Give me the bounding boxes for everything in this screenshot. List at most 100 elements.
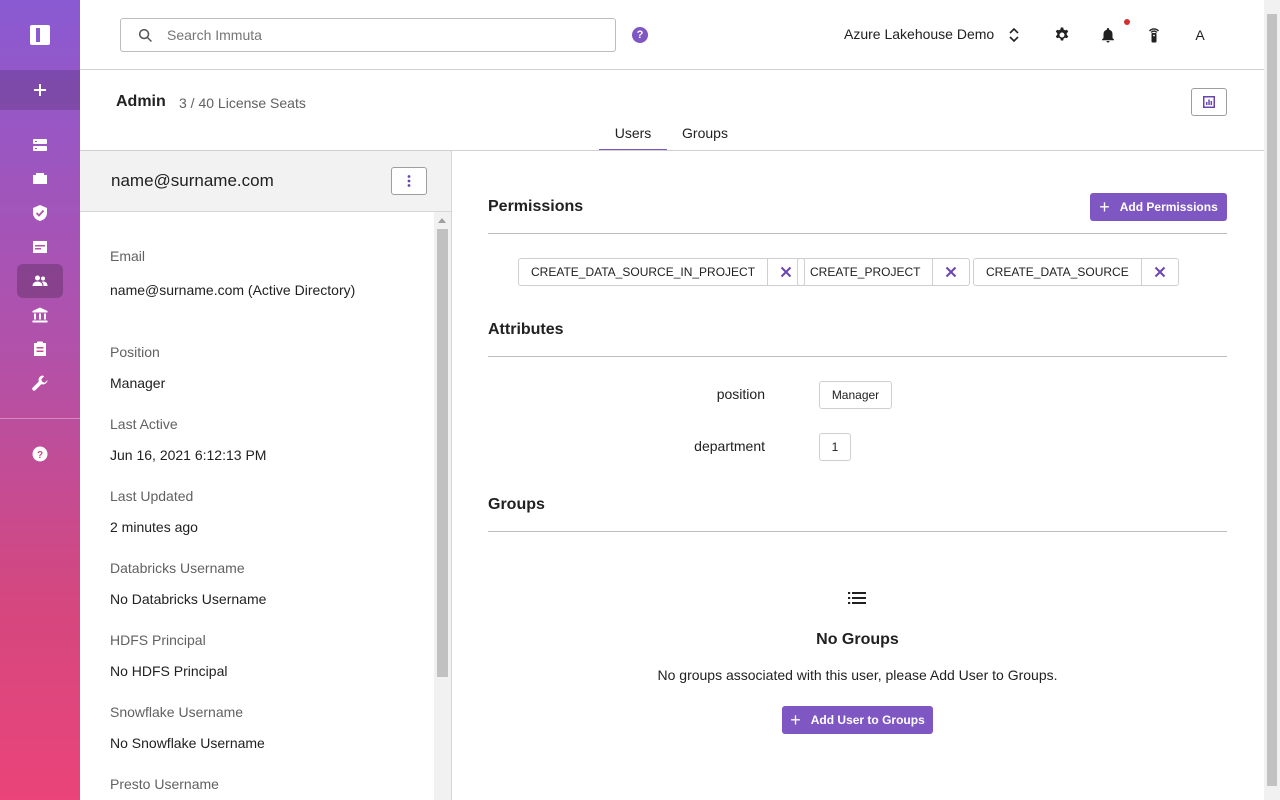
sidebar-item-query-editor[interactable] (17, 230, 63, 264)
close-icon (946, 266, 957, 278)
details-scrollbar-thumb[interactable] (437, 229, 448, 677)
svg-text:?: ? (37, 450, 43, 461)
add-user-to-groups-label: Add User to Groups (810, 713, 925, 727)
permissions-divider (488, 233, 1227, 234)
page-scrollbar[interactable] (1264, 0, 1280, 800)
audit-icon (34, 341, 46, 356)
sidebar-divider (0, 418, 80, 419)
attributes-title: Attributes (488, 321, 564, 338)
attribute-value[interactable]: 1 (819, 433, 851, 461)
page-scrollbar-thumb[interactable] (1267, 14, 1277, 786)
more-vertical-icon (407, 175, 411, 187)
empty-state-title: No Groups (816, 631, 899, 648)
avatar[interactable]: A (1190, 25, 1210, 45)
attribute-key: department (694, 438, 765, 454)
close-icon (1154, 266, 1165, 278)
search-input[interactable] (167, 27, 587, 43)
sidebar-item-help[interactable]: ? (17, 437, 63, 471)
field-label-presto-username: Presto Username (110, 776, 219, 792)
sidebar-item-people[interactable] (17, 264, 63, 298)
field-value-hdfs-principal: No HDFS Principal (110, 663, 228, 679)
permission-label: CREATE_DATA_SOURCE (974, 259, 1142, 285)
add-permissions-label: Add Permissions (1119, 200, 1218, 214)
page-title: Admin (116, 93, 166, 110)
add-permissions-button[interactable]: + Add Permissions (1090, 193, 1227, 221)
app-logo[interactable] (0, 0, 80, 70)
report-button[interactable] (1191, 88, 1227, 116)
projects-icon (33, 173, 47, 184)
sidebar-item-tools[interactable] (17, 366, 63, 400)
bell-icon (1102, 28, 1114, 43)
permission-chip: CREATE_DATA_SOURCE (973, 258, 1179, 286)
app-logo-icon (30, 25, 50, 45)
sidebar-nav: ? (0, 0, 80, 800)
top-bar: ? Azure Lakehouse Demo A (80, 0, 1264, 70)
policies-icon (33, 205, 47, 221)
notification-dot (1124, 19, 1130, 25)
field-label-hdfs-principal: HDFS Principal (110, 632, 206, 648)
chart-report-icon (1203, 96, 1215, 108)
remote-button[interactable] (1144, 25, 1164, 45)
field-value-databricks-username: No Databricks Username (110, 591, 267, 607)
permission-chip: CREATE_PROJECT (797, 258, 971, 286)
close-icon (780, 266, 792, 278)
sidebar-item-data-sources[interactable] (17, 128, 63, 162)
unfold-icon[interactable] (1008, 26, 1020, 44)
field-label-email: Email (110, 248, 146, 264)
sidebar-item-audit[interactable] (17, 332, 63, 366)
field-label-last-updated: Last Updated (110, 488, 194, 504)
help-icon: ? (32, 446, 48, 462)
attributes-divider (488, 356, 1227, 357)
gear-icon (1055, 27, 1069, 41)
field-value-last-active: Jun 16, 2021 6:12:13 PM (110, 447, 267, 463)
license-seats: 3 / 40 License Seats (179, 95, 306, 111)
field-label-databricks-username: Databricks Username (110, 560, 245, 576)
attribute-key: position (716, 386, 765, 402)
details-scrollbar[interactable] (434, 212, 451, 800)
field-label-snowflake-username: Snowflake Username (110, 704, 244, 720)
governance-icon (32, 307, 48, 323)
remove-permission-button[interactable] (933, 259, 969, 285)
sidebar-item-governance[interactable] (17, 298, 63, 332)
permission-label: CREATE_PROJECT (798, 259, 934, 285)
data-sources-icon (33, 139, 47, 151)
search-box[interactable] (120, 18, 616, 52)
field-value-snowflake-username: No Snowflake Username (110, 735, 265, 751)
permissions-title: Permissions (488, 198, 584, 215)
notifications-button[interactable] (1098, 25, 1118, 45)
remove-permission-button[interactable] (1142, 259, 1178, 285)
tools-icon (32, 375, 48, 391)
user-name: name@surname.com (111, 171, 274, 190)
sidebar-item-projects[interactable] (17, 162, 63, 196)
add-user-to-groups-button[interactable]: + Add User to Groups (782, 706, 933, 734)
search-icon (138, 28, 152, 42)
query-editor-icon (33, 241, 47, 253)
groups-divider (488, 531, 1227, 532)
list-icon (848, 592, 866, 604)
empty-state-message: No groups associated with this user, ple… (657, 667, 1058, 683)
user-header: name@surname.com (80, 151, 452, 212)
plus-icon: + (1099, 197, 1110, 217)
remote-icon (1148, 28, 1160, 43)
plus-icon: + (790, 710, 801, 730)
attribute-value[interactable]: Manager (819, 381, 892, 409)
panel-divider (451, 151, 452, 800)
help-icon[interactable]: ? (632, 27, 648, 43)
plus-icon (34, 84, 46, 96)
tenant-selector[interactable]: Azure Lakehouse Demo (844, 26, 994, 42)
people-icon (32, 275, 48, 286)
groups-title: Groups (488, 496, 545, 513)
more-actions-button[interactable] (391, 167, 427, 195)
field-value-position: Manager (110, 375, 166, 391)
sidebar-item-policies[interactable] (17, 196, 63, 230)
tab-groups[interactable]: Groups (676, 125, 734, 151)
permission-chip: CREATE_DATA_SOURCE_IN_PROJECT (518, 258, 806, 286)
new-button[interactable] (0, 70, 80, 110)
field-label-position: Position (110, 344, 160, 360)
settings-button[interactable] (1052, 25, 1072, 45)
field-label-last-active: Last Active (110, 416, 178, 432)
field-value-last-updated: 2 minutes ago (110, 519, 198, 535)
tab-users[interactable]: Users (599, 125, 667, 151)
permission-label: CREATE_DATA_SOURCE_IN_PROJECT (519, 259, 769, 285)
scroll-up-icon[interactable] (438, 218, 446, 223)
